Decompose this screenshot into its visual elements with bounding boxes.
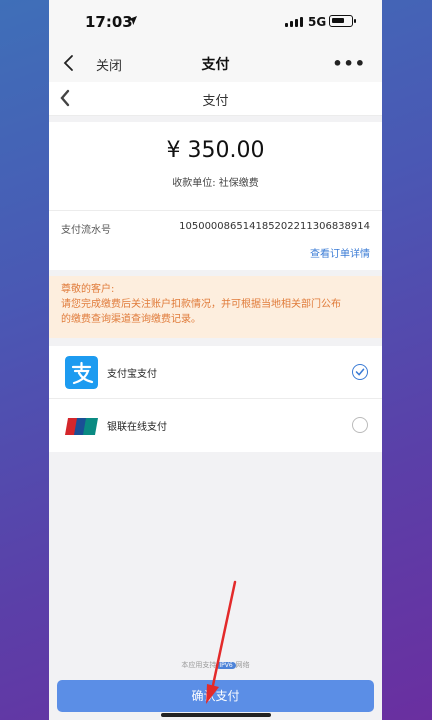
payment-amount: ¥ 350.00 xyxy=(166,138,265,163)
network-type: 5G xyxy=(308,15,327,29)
serial-card: 支付流水号 105000086514185202211306838914 查看订… xyxy=(49,210,382,270)
status-bar: 17:03 5G xyxy=(49,0,382,44)
payment-method-label: 银联在线支付 xyxy=(107,422,167,433)
confirm-payment-button[interactable]: 确认支付 xyxy=(57,680,374,712)
page-header: 支付 xyxy=(49,82,382,116)
notice-greeting: 尊敬的客户: xyxy=(61,284,115,295)
payment-method-label: 支付宝支付 xyxy=(107,369,157,380)
app-nav-bar: 关闭 支付 ••• xyxy=(49,44,382,82)
home-indicator xyxy=(161,713,271,717)
ipv6-badge: IPV6 xyxy=(216,662,236,669)
cellular-signal-icon xyxy=(285,17,303,27)
battery-icon xyxy=(329,15,356,27)
status-time: 17:03 xyxy=(85,13,133,31)
serial-label: 支付流水号 xyxy=(61,225,111,236)
payee-text: 收款单位: 社保缴费 xyxy=(172,178,259,189)
payment-method-unionpay[interactable]: 银联在线支付 xyxy=(49,399,382,452)
notice-line-1: 请您完成缴费后关注账户扣款情况，并可根据当地相关部门公布 xyxy=(61,299,341,310)
payment-methods: 支付宝支付 银联在线支付 xyxy=(49,346,382,452)
amount-card: ¥ 350.00 收款单位: 社保缴费 xyxy=(49,122,382,210)
location-arrow-icon xyxy=(128,16,137,25)
more-icon[interactable]: ••• xyxy=(332,54,366,73)
selected-check-icon[interactable] xyxy=(352,364,368,380)
phone-screen: 17:03 5G 关闭 支付 ••• 支付 ¥ 350.00 收款单位: 社保缴… xyxy=(49,0,382,720)
ipv6-support-note: 本应用支持 IPV6 网络 xyxy=(181,661,250,669)
page-title: 支付 xyxy=(202,94,229,109)
notice-banner: 尊敬的客户: 请您完成缴费后关注账户扣款情况，并可根据当地相关部门公布 的缴费查… xyxy=(49,276,382,338)
notice-line-2: 的缴费查询渠道查询缴费记录。 xyxy=(61,314,201,325)
view-order-details-link[interactable]: 查看订单详情 xyxy=(310,245,370,260)
serial-number: 105000086514185202211306838914 xyxy=(179,221,370,232)
alipay-logo-icon xyxy=(65,356,98,389)
unionpay-logo-icon xyxy=(65,418,98,435)
payment-method-alipay[interactable]: 支付宝支付 xyxy=(49,346,382,399)
unselected-radio-icon[interactable] xyxy=(352,417,368,433)
